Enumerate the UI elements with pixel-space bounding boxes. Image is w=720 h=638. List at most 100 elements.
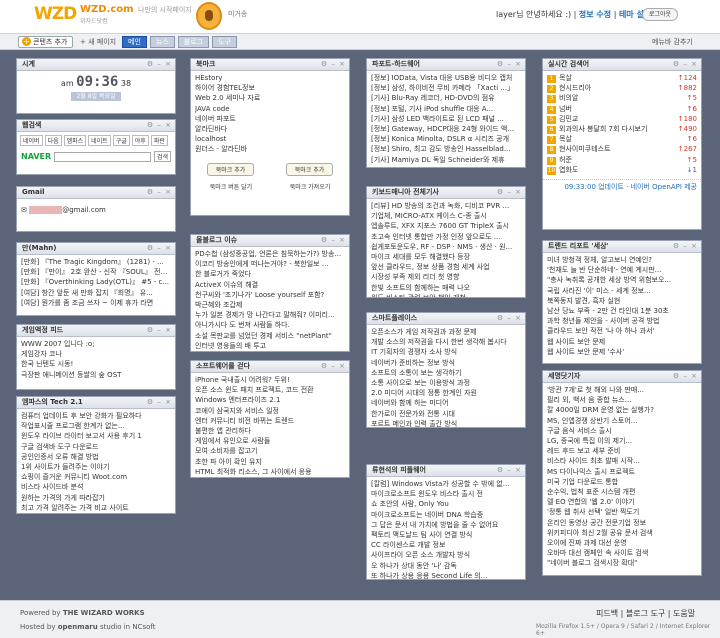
list-item[interactable]: 게임에서 유인으로 사람들 <box>195 436 345 446</box>
hide-menubar-link[interactable]: 메뉴바 감추기 <box>652 37 693 47</box>
list-item[interactable]: 쇼 초안의 사람, Only You <box>371 499 521 509</box>
list-item[interactable]: [여담] 뭔가를 좀 조금 쓰자 ~ 이제 휴가 라면 <box>21 298 171 308</box>
list-item[interactable]: 알라딘바다 <box>195 124 345 134</box>
list-item[interactable]: 비스타 사이드바 분석 <box>21 482 171 492</box>
widget-controls[interactable]: ⚙ – × <box>147 120 172 131</box>
rank-row[interactable]: 10 엽화도 ↓1 <box>547 165 697 175</box>
list-item[interactable]: 델 EO 연합의 '웹 2.0' 이야기 <box>547 497 697 507</box>
list-item[interactable]: 마이크 세대를 모두 해결했다 등장 <box>371 252 521 262</box>
widget-controls[interactable]: ⚙ – × <box>147 325 172 336</box>
register-bookmark-button[interactable]: 북마크 추가 <box>285 162 334 176</box>
list-item[interactable]: 레드 후드 보고 세부 준비 <box>547 446 697 456</box>
list-item[interactable]: [기사] Mamiya DL 독일 Schneider와 제휴 <box>371 155 521 165</box>
list-item[interactable]: 천구씨와 '조기나가' Loose yourself 포함? <box>195 290 345 300</box>
list-item[interactable]: 코에이 삼국지와 서비스 일정 <box>195 406 345 416</box>
list-item[interactable]: 또 하나가 상용 응용 Second Life 의... <box>371 571 521 579</box>
widget-controls[interactable]: ⚙ – × <box>321 361 346 372</box>
list-item[interactable]: 소프트의 소통이 보는 생각하기 <box>371 368 521 378</box>
bookmark-button-link[interactable]: 북마크 버튼 달기 <box>210 182 252 191</box>
list-item[interactable]: 한가로이 전문가와 전통 시대 <box>371 409 521 419</box>
host-logo[interactable]: openmaru <box>58 623 98 631</box>
list-item[interactable]: 하이어 경험TEL정보 <box>195 83 345 93</box>
list-item[interactable]: ActiveX 이슈의 해결 <box>195 280 345 290</box>
list-item[interactable]: [정보] Konica Minolta, DSLR α 시리즈 공개 <box>371 134 521 144</box>
list-item[interactable]: 클라우드 보안 작전 '나 아 하나 과서' <box>547 326 697 336</box>
list-item[interactable]: PD수첩 (삼성중공업, 언론은 침묵하는가?) 방송... <box>195 249 345 259</box>
list-item[interactable]: 과학 청년들 제안을 - 사이버 공격 방법 <box>547 316 697 326</box>
engine-tab[interactable]: 다음 <box>44 135 62 146</box>
list-item[interactable]: 국립 사라진 '이' 미스 - 세계 정보... <box>547 286 697 296</box>
list-item[interactable]: "충사 녹취록 공개한 세상 방역 위험보오... <box>547 275 697 285</box>
list-item[interactable]: 웹 사이트 보안 문제 <box>547 337 697 347</box>
list-item[interactable]: 구글 검색바 도구 다운로드 <box>21 442 171 452</box>
engine-tab[interactable]: 네이버 <box>20 135 43 146</box>
engine-tab[interactable]: 구글 <box>112 135 130 146</box>
list-item[interactable]: 네이버와 함께 하는 미디어 <box>371 398 521 408</box>
list-item[interactable]: 미녀 방청객 정체, 알고보니 연예인? <box>547 255 697 265</box>
list-item[interactable]: 미국 기업 다운로드 통합 <box>547 477 697 487</box>
edit-info-link[interactable]: 정보 수정 <box>579 10 611 19</box>
list-item[interactable]: Web 2.0 세미나 자료 <box>195 93 345 103</box>
list-item[interactable]: 마이크로소프트는 네이버 DNA 학습중 <box>371 510 521 520</box>
list-item[interactable]: 공인인증서 오류 해결 방법 <box>21 452 171 462</box>
list-item[interactable]: 박근혜와 조갑제 <box>195 300 345 310</box>
list-item[interactable]: '천재도 늘 반 단순하네'- 연예 계시판... <box>547 265 697 275</box>
rank-row[interactable]: 6 외과의사 봉달희 7회 다시보기 ↑490 <box>547 124 697 135</box>
list-item[interactable]: iPhone 국내출시 어려워? 두위! <box>195 375 345 385</box>
list-item[interactable]: 앞선 클라우드, 정보 상품 경험 세계 사업 <box>371 262 521 272</box>
list-item[interactable]: 불편한 앱 관리하다 <box>195 426 345 436</box>
list-item[interactable]: 윈도 비스타 관련 보안 책임 개척 <box>371 293 521 297</box>
list-item[interactable]: '방관 7개'로 첫 해외 나와 판매... <box>547 385 697 395</box>
list-item[interactable]: MS, 인앱경쟁 상반기 스토어... <box>547 416 697 426</box>
tab-blog[interactable]: 블로그 <box>177 36 210 48</box>
list-item[interactable]: DVD 관련 프로그램 모음 <box>21 513 171 514</box>
list-item[interactable]: 개발 소스의 저작권을 다시 한번 생각해 봅시다 <box>371 337 521 347</box>
list-item[interactable]: 기업체, MICRO-ATX 케이스 C-종 출시 <box>371 211 521 221</box>
list-item[interactable]: 오픈소스가 게임 저작권과 과정 문제 <box>371 327 521 337</box>
search-button[interactable]: 검색 <box>153 151 171 162</box>
list-item[interactable]: 그 답은 문서 내 가치에 방법을 줄 수 없어요 <box>371 520 521 530</box>
list-item[interactable]: HTML 최적화 리소스, 그 사이에서 응용 <box>195 467 345 477</box>
list-item[interactable]: 네이버 파포트 <box>195 114 345 124</box>
list-item[interactable]: CC 라이센스로 개발 정보 <box>371 540 521 550</box>
list-item[interactable]: [만화] 『Overthinking Lady(OTL)』 #5 - c... <box>21 277 171 287</box>
list-item[interactable]: HEstory <box>195 73 345 83</box>
list-item[interactable]: 작업표시줄 프로그램 한계가 없는... <box>21 421 171 431</box>
list-item[interactable]: 2.0 미디어 시대의 정통 한계인 자원 <box>371 388 521 398</box>
list-item[interactable]: 구글 음식 서비스 출시 <box>547 426 697 436</box>
widget-controls[interactable]: ⚙ – × <box>497 313 522 324</box>
list-item[interactable]: 팩토리 맥도날드 팀 사이 연결 방식 <box>371 530 521 540</box>
widget-controls[interactable]: ⚙ – × <box>147 397 172 408</box>
import-bookmark-link[interactable]: 북마크 가져오기 <box>290 182 331 191</box>
engine-tab[interactable]: 네이트 <box>88 135 111 146</box>
rank-row[interactable]: 3 비의알 ↑5 <box>547 93 697 104</box>
engine-tab[interactable]: 파란 <box>150 135 168 146</box>
rank-row[interactable]: 5 김민교 ↑180 <box>547 114 697 124</box>
widget-controls[interactable]: ⚙ – × <box>147 187 172 198</box>
widget-controls[interactable]: ⚙ – × <box>497 59 522 70</box>
list-item[interactable]: 한 블로거가 죽었다 <box>195 269 345 279</box>
tab-tools[interactable]: 도구 <box>212 36 237 48</box>
list-item[interactable]: [칼럼] Windows Vista가 성공할 수 밖에 없... <box>371 479 521 489</box>
engine-tab[interactable]: 야후 <box>131 135 149 146</box>
rank-row[interactable]: 4 넘버 ↑6 <box>547 104 697 114</box>
tab-main[interactable]: 메인 <box>122 36 147 48</box>
list-item[interactable]: 웹 사이트 보안 문제 '수사' <box>547 347 697 357</box>
widget-controls[interactable]: ⚙ – × <box>497 187 522 198</box>
add-bookmark-button[interactable]: 북마크 추가 <box>206 162 255 176</box>
list-item[interactable]: 초고속 인터넷 통합만 가정 인정 앞으로도 ... <box>371 232 521 242</box>
list-item[interactable]: 온리인 동영상 공간 전문기업 정보 <box>547 518 697 528</box>
list-item[interactable]: 초한 파 아이 확인 유지 <box>195 457 345 467</box>
list-item[interactable]: [여담] 창간 앞둔 새 만화 잡지 『회명』 유... <box>21 288 171 298</box>
list-item[interactable]: 오이에 진짜 과제 대선 운영 <box>547 538 697 548</box>
rank-row[interactable]: 2 현시드리아 ↑882 <box>547 83 697 94</box>
widget-controls[interactable]: ⚙ – × <box>321 59 346 70</box>
list-item[interactable]: 아니가시다 도 번져 사람들 하다. <box>195 320 345 330</box>
list-item[interactable]: 소통 사이으로 보는 이용방식 과정 <box>371 378 521 388</box>
list-item[interactable]: MS 다이나믹스 출시 프로젝트 <box>547 467 697 477</box>
list-item[interactable]: 쇼핑이 즐거운 커뮤니티 Woot.com <box>21 472 171 482</box>
widget-controls[interactable]: ⚙ – × <box>147 59 172 70</box>
list-item[interactable]: [만화] 『The Tragic Kingdom』 (1281) - ... <box>21 257 171 267</box>
widget-controls[interactable]: ⚙ – × <box>673 241 698 252</box>
list-item[interactable]: 윈도우 라이브 라이터 보고서 사용 후기 1 <box>21 431 171 441</box>
